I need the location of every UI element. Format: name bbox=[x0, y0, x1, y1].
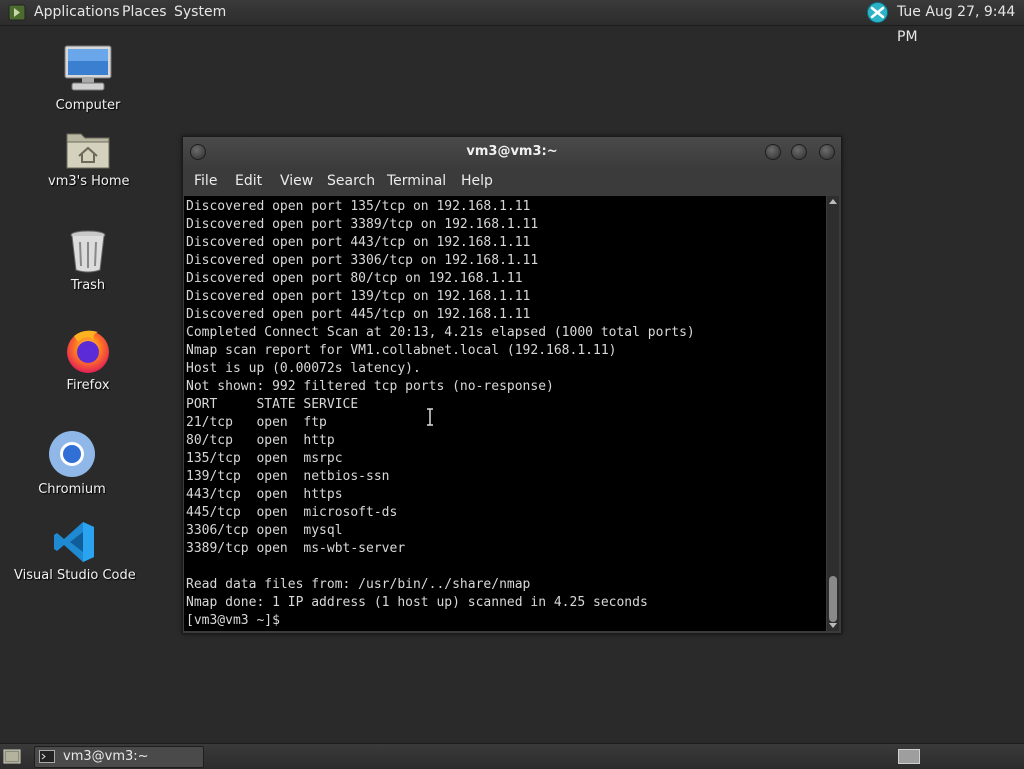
window-titlebar[interactable]: vm3@vm3:~ bbox=[183, 137, 841, 167]
clock[interactable]: Tue Aug 27, 9:44 PM bbox=[897, 0, 1024, 50]
scroll-down-arrow-icon[interactable] bbox=[829, 623, 837, 628]
menu-help[interactable]: Help bbox=[461, 167, 493, 195]
terminal-output-area[interactable]: Discovered open port 135/tcp on 192.168.… bbox=[184, 196, 826, 631]
terminal-output[interactable]: Discovered open port 135/tcp on 192.168.… bbox=[184, 196, 826, 630]
menu-file[interactable]: File bbox=[194, 167, 217, 195]
terminal-icon bbox=[39, 750, 55, 763]
desktop-icon-label: vm3's Home bbox=[48, 174, 130, 189]
desktop-icon-label: Trash bbox=[70, 278, 106, 293]
menu-search[interactable]: Search bbox=[327, 167, 375, 195]
workspace-switcher[interactable] bbox=[898, 749, 920, 764]
terminal-scrollbar[interactable] bbox=[827, 196, 839, 631]
home-folder-icon bbox=[66, 133, 110, 169]
desktop-icon-chromium[interactable]: Chromium bbox=[32, 430, 112, 497]
desktop-icon-computer[interactable]: Computer bbox=[48, 44, 128, 113]
text-cursor-icon bbox=[427, 408, 433, 426]
desktop-icon-label: Visual Studio Code bbox=[14, 568, 136, 583]
applications-menu-icon[interactable] bbox=[8, 4, 26, 21]
minimize-button[interactable] bbox=[765, 144, 781, 160]
system-menu[interactable]: System bbox=[174, 0, 226, 25]
close-button[interactable] bbox=[819, 144, 835, 160]
desktop-icon-label: Computer bbox=[55, 98, 121, 113]
vscode-icon bbox=[54, 522, 94, 562]
window-title: vm3@vm3:~ bbox=[466, 144, 558, 159]
desktop-icon-trash[interactable]: Trash bbox=[48, 228, 128, 293]
applications-menu[interactable]: Applications bbox=[34, 0, 120, 25]
desktop-icon-firefox[interactable]: Firefox bbox=[48, 326, 128, 393]
firefox-icon bbox=[67, 330, 109, 373]
menu-terminal[interactable]: Terminal bbox=[387, 167, 446, 195]
terminal-menubar: File Edit View Search Terminal Help bbox=[183, 167, 841, 195]
window-menu-button[interactable] bbox=[190, 144, 206, 160]
taskbar-item-terminal[interactable]: vm3@vm3:~ bbox=[34, 746, 204, 768]
maximize-button[interactable] bbox=[791, 144, 807, 160]
show-desktop-icon[interactable] bbox=[3, 749, 21, 764]
desktop-icon-label: Chromium bbox=[38, 482, 106, 497]
network-tray-icon[interactable] bbox=[866, 2, 889, 23]
desktop-icon-label: Firefox bbox=[66, 378, 110, 393]
chromium-icon bbox=[49, 431, 95, 477]
taskbar-item-label: vm3@vm3:~ bbox=[63, 749, 149, 764]
desktop-icon-home[interactable]: vm3's Home bbox=[48, 128, 130, 189]
top-panel: Applications Places System Tue Aug 27, 9… bbox=[0, 0, 1024, 45]
desktop-icon-vscode[interactable]: Visual Studio Code bbox=[14, 520, 136, 583]
menu-view[interactable]: View bbox=[280, 167, 313, 195]
computer-icon bbox=[64, 45, 112, 91]
trash-icon bbox=[70, 230, 106, 273]
bottom-panel: vm3@vm3:~ bbox=[0, 743, 1024, 769]
terminal-window[interactable]: vm3@vm3:~ File Edit View Search Terminal… bbox=[182, 136, 842, 634]
scrollbar-thumb[interactable] bbox=[829, 576, 837, 622]
scroll-up-arrow-icon[interactable] bbox=[829, 199, 837, 204]
places-menu[interactable]: Places bbox=[122, 0, 167, 25]
menu-edit[interactable]: Edit bbox=[235, 167, 262, 195]
